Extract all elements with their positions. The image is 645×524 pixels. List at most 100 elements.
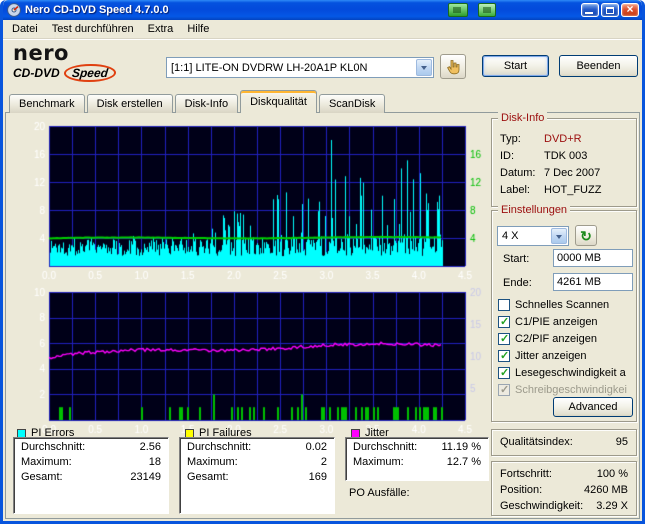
drive-selector-combobox[interactable]: [1:1] LITE-ON DVDRW LH-20A1P KL0N (166, 57, 434, 78)
chevron-down-icon[interactable] (416, 59, 432, 76)
fortschritt-row: Fortschritt: 100 % (500, 468, 628, 481)
typ-value: DVD+R (544, 133, 582, 145)
nero-logo: nero CD-DVD Speed (13, 43, 163, 85)
checkbox-box[interactable] (498, 349, 510, 362)
stat-row: Gesamt: 169 (180, 468, 334, 483)
stat-label: Maximum: (353, 456, 404, 468)
tab-disk-info[interactable]: Disk-Info (174, 94, 239, 113)
stat-row: Durchschnitt: 0.02 (180, 438, 334, 453)
progress-group: Fortschritt: 100 % Position: 4260 MB Ges… (491, 461, 637, 516)
disk-info-row-id: ID: TDK 003 (500, 150, 628, 167)
geschwindigkeit-label: Geschwindigkeit: (500, 500, 584, 512)
close-button[interactable] (621, 3, 639, 17)
menu-datei[interactable]: Datei (5, 21, 45, 37)
stat-row: Durchschnitt: 2.56 (14, 438, 168, 453)
checkbox-jitter-anzeigen[interactable]: Jitter anzeigen (498, 349, 634, 363)
checkbox-c1-pie-anzeigen[interactable]: C1/PIE anzeigen (498, 315, 634, 329)
id-label: ID: (500, 150, 515, 162)
pi-errors-panel: Durchschnitt: 2.56 Maximum: 18 Gesamt: 2… (13, 437, 169, 514)
datum-value: 7 Dec 2007 (544, 167, 601, 179)
tab-diskqualitaet[interactable]: Diskqualität (240, 90, 317, 113)
checkbox-c2-pif-anzeigen[interactable]: C2/PIF anzeigen (498, 332, 634, 346)
titlebar[interactable]: Nero CD-DVD Speed 4.7.0.0 (3, 0, 642, 20)
jitter-panel: Durchschnitt: 11.19 % Maximum: 12.7 % (345, 437, 489, 481)
po-failures-label: PO Ausfälle: (349, 487, 410, 499)
menu-hilfe[interactable]: Hilfe (180, 21, 216, 37)
tab-disk-erstellen[interactable]: Disk erstellen (86, 94, 173, 113)
maximize-icon (606, 7, 614, 14)
start-mb-input[interactable] (553, 249, 633, 267)
position-row: Position: 4260 MB (500, 484, 628, 497)
disk-info-group: Disk-Info Typ: DVD+R ID: TDK 003 Datum: … (491, 112, 637, 207)
checkbox-lesegeschwindigkeit[interactable]: Lesegeschwindigkeit a (498, 366, 634, 380)
disc-hand-button[interactable] (440, 54, 466, 79)
scan-speed-combobox[interactable]: 4 X (497, 226, 569, 246)
geschwindigkeit-row: Geschwindigkeit: 3.29 X (500, 500, 628, 513)
stat-row: Maximum: 2 (180, 453, 334, 468)
position-value: 4260 MB (583, 484, 628, 496)
minimize-icon (585, 12, 593, 14)
start-button[interactable]: Start (482, 55, 549, 77)
nero-product-text: CD-DVD (13, 66, 60, 80)
advanced-button[interactable]: Advanced (553, 397, 633, 417)
stat-value: 0.02 (305, 441, 327, 453)
menu-extra[interactable]: Extra (141, 21, 181, 37)
fortschritt-value: 100 % (596, 468, 628, 480)
chevron-down-icon[interactable] (551, 228, 567, 244)
checkbox-schnelles-scannen[interactable]: Schnelles Scannen (498, 298, 634, 312)
titlebar-overlay-icon-2 (478, 3, 496, 17)
checkbox-label: Schnelles Scannen (515, 299, 610, 311)
overlay-icon-glyph (453, 7, 461, 13)
nero-speed-text: Speed (62, 64, 117, 82)
stat-row: Maximum: 12.7 % (346, 453, 488, 468)
po-failures-row: PO Ausfälle: (349, 487, 416, 499)
stat-label: Durchschnitt: (353, 441, 418, 453)
disk-info-row-label: Label: HOT_FUZZ (500, 184, 628, 201)
checkbox-box[interactable] (498, 332, 510, 345)
disk-info-row-datum: Datum: 7 Dec 2007 (500, 167, 628, 184)
tab-benchmark[interactable]: Benchmark (9, 94, 85, 113)
quality-index-label: Qualitätsindex: (500, 436, 573, 448)
tab-scandisk[interactable]: ScanDisk (318, 94, 386, 113)
stat-value: 23149 (130, 471, 161, 483)
start-mb-label: Start: (503, 253, 530, 265)
hand-icon (447, 59, 460, 74)
checkbox-box[interactable] (498, 366, 510, 379)
fortschritt-label: Fortschritt: (500, 468, 552, 480)
checkbox-label: Schreibgeschwindigkei (515, 384, 627, 396)
geschwindigkeit-value: 3.29 X (596, 500, 628, 512)
disk-info-group-title: Disk-Info (498, 112, 548, 125)
disk-info-row-typ: Typ: DVD+R (500, 133, 628, 150)
menu-test-durchfuehren[interactable]: Test durchführen (45, 21, 141, 37)
quality-index-row: Qualitätsindex: 95 (500, 436, 628, 449)
einstellungen-group-title: Einstellungen (498, 204, 571, 217)
refresh-speeds-button[interactable] (575, 225, 597, 246)
maximize-button[interactable] (601, 3, 619, 17)
caption-buttons (581, 3, 639, 17)
stat-value: 18 (148, 456, 161, 468)
scan-speed-value: 4 X (502, 230, 519, 242)
stat-value: 2.56 (139, 441, 161, 453)
menubar: Datei Test durchführen Extra Hilfe (3, 20, 642, 39)
checkbox-schreibgeschwindigkeit: Schreibgeschwindigkei (498, 383, 634, 397)
ende-mb-label: Ende: (503, 277, 532, 289)
stat-label: Durchschnitt: (187, 441, 252, 453)
stat-label: Gesamt: (21, 471, 63, 483)
stat-value: 12.7 % (446, 456, 481, 468)
checkbox-box (498, 383, 510, 396)
label-value: HOT_FUZZ (544, 184, 602, 196)
pi-failures-panel: Durchschnitt: 0.02 Maximum: 2 Gesamt: 16… (179, 437, 335, 514)
position-label: Position: (500, 484, 543, 496)
minimize-button[interactable] (581, 3, 599, 17)
checkbox-label: Jitter anzeigen (515, 350, 587, 362)
checkbox-box[interactable] (498, 315, 510, 328)
checkbox-box[interactable] (498, 299, 510, 311)
quit-button[interactable]: Beenden (559, 55, 638, 77)
app-window: Nero CD-DVD Speed 4.7.0.0 Datei Test dur… (0, 0, 645, 524)
checkbox-label: C2/PIF anzeigen (515, 333, 597, 345)
ende-mb-input[interactable] (553, 273, 633, 291)
checkbox-label: Lesegeschwindigkeit a (515, 367, 626, 379)
stat-value: 11.19 % (441, 441, 481, 453)
jitter-pif-chart (11, 286, 485, 438)
stat-label: Maximum: (21, 456, 72, 468)
